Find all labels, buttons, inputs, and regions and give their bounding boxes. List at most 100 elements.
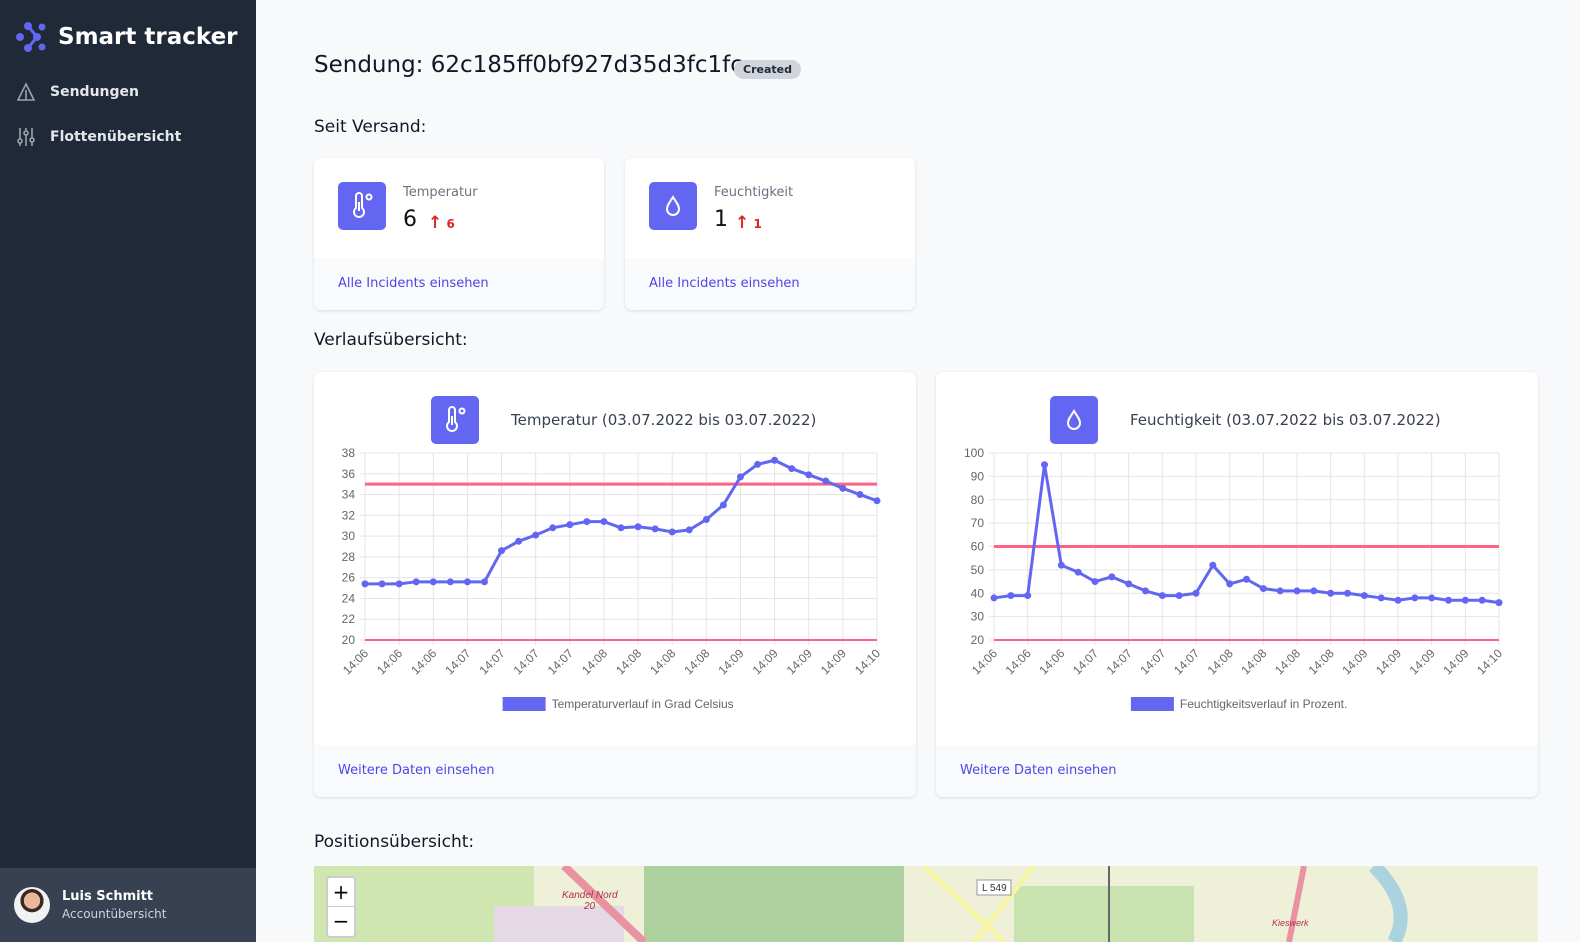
y-tick-label: 26	[342, 571, 356, 585]
data-point	[1125, 580, 1133, 588]
x-tick-label: 14:10	[852, 646, 883, 677]
data-point	[600, 518, 608, 526]
data-point	[754, 460, 762, 468]
sidebar-item-sendungen[interactable]: Sendungen	[16, 82, 246, 102]
x-tick-label: 14:06	[1003, 646, 1034, 677]
avatar	[14, 887, 50, 923]
y-tick-label: 32	[342, 508, 356, 522]
legend-label: Feuchtigkeitsverlauf in Prozent.	[1180, 697, 1347, 711]
data-point	[1142, 587, 1149, 595]
data-point	[1158, 592, 1166, 600]
data-point	[566, 521, 574, 529]
x-tick-label: 14:07	[545, 646, 576, 677]
sidebar: Smart tracker Sendungen Flottenübersicht…	[0, 0, 256, 942]
data-point	[1394, 596, 1402, 604]
x-tick-label: 14:09	[750, 646, 781, 677]
y-tick-label: 90	[971, 469, 985, 483]
section-heading: Verlaufsübersicht:	[314, 330, 468, 350]
data-point	[378, 580, 386, 588]
data-point	[839, 484, 847, 492]
page-title: Sendung: 62c185ff0bf927d35d3fc1fc	[314, 52, 743, 78]
y-tick-label: 100	[964, 446, 984, 460]
brand[interactable]: Smart tracker	[14, 20, 238, 54]
stat-card-humidity: Feuchtigkeit 1 ↑ 1 Alle Incidents einseh…	[625, 158, 915, 310]
x-tick-label: 14:09	[818, 646, 849, 677]
x-tick-label: 14:09	[1339, 646, 1370, 677]
data-point	[1461, 596, 1469, 604]
y-tick-label: 20	[342, 633, 356, 647]
data-point	[498, 547, 506, 555]
x-tick-label: 14:07	[1070, 646, 1101, 677]
data-point	[395, 580, 403, 588]
data-point	[1445, 596, 1452, 604]
account-menu[interactable]: Luis Schmitt Accountübersicht	[0, 868, 256, 942]
data-point	[412, 578, 420, 586]
x-tick-label: 14:06	[408, 646, 439, 677]
chart-card-temperature: Temperatur (03.07.2022 bis 03.07.2022) 2…	[314, 372, 916, 797]
x-tick-label: 14:07	[442, 646, 473, 677]
data-point	[429, 578, 437, 586]
stat-value: 1	[714, 207, 728, 232]
data-point	[736, 473, 744, 481]
map-tiles: Kandel Nord 20 L 549 Kieswerk	[314, 866, 1538, 942]
map-label: L 549	[982, 883, 1007, 894]
account-subtitle: Accountübersicht	[62, 907, 167, 921]
incidents-link[interactable]: Alle Incidents einsehen	[625, 258, 915, 310]
chart-card-humidity: Feuchtigkeit (03.07.2022 bis 03.07.2022)…	[936, 372, 1538, 797]
x-tick-label: 14:08	[681, 646, 712, 677]
droplet-icon	[649, 182, 697, 230]
data-point	[1108, 573, 1116, 581]
data-point	[583, 518, 591, 526]
data-point	[719, 501, 727, 509]
data-point	[771, 456, 779, 464]
position-map[interactable]: Kandel Nord 20 L 549 Kieswerk + −	[314, 866, 1538, 942]
data-point	[1276, 587, 1284, 595]
x-tick-label: 14:08	[1306, 646, 1337, 677]
warning-triangle-icon	[16, 82, 36, 101]
map-zoom-controls: + −	[326, 876, 356, 938]
data-point	[702, 515, 710, 523]
sliders-icon	[17, 128, 35, 146]
x-tick-label: 14:08	[579, 646, 610, 677]
humidity-chart: 203040506070809010014:06 14:06 14:06 14:07 1…	[964, 446, 1505, 711]
x-tick-label: 14:08	[613, 646, 644, 677]
map-label: Kandel Nord	[562, 890, 618, 901]
arrow-up-icon: ↑	[735, 213, 750, 233]
data-point	[1024, 592, 1032, 600]
x-tick-label: 14:06	[969, 646, 1000, 677]
x-tick-label: 14:07	[511, 646, 542, 677]
x-tick-label: 14:06	[374, 646, 405, 677]
data-point	[1057, 561, 1065, 569]
x-tick-label: 14:08	[1205, 646, 1236, 677]
thermometer-icon	[338, 182, 386, 230]
data-point	[617, 524, 625, 532]
status-badge: Created	[734, 60, 801, 79]
data-point	[1344, 589, 1351, 597]
data-point	[1478, 596, 1486, 604]
y-tick-label: 28	[342, 550, 356, 564]
incidents-link[interactable]: Alle Incidents einsehen	[314, 258, 604, 310]
y-tick-label: 30	[971, 610, 985, 624]
y-tick-label: 50	[971, 563, 985, 577]
stat-card-temperature: Temperatur 6 ↑ 6 Alle Incidents einsehen	[314, 158, 604, 310]
x-tick-label: 14:09	[784, 646, 815, 677]
more-data-link[interactable]: Weitere Daten einsehen	[936, 745, 1538, 797]
stat-delta: ↑ 1	[735, 213, 762, 233]
sidebar-item-label: Sendungen	[50, 84, 139, 100]
arrow-up-icon: ↑	[428, 213, 443, 233]
more-data-link[interactable]: Weitere Daten einsehen	[314, 745, 916, 797]
zoom-out-button[interactable]: −	[328, 907, 354, 936]
data-point	[361, 580, 369, 588]
y-tick-label: 24	[342, 591, 356, 605]
data-point	[1192, 589, 1200, 597]
data-point	[1360, 592, 1368, 600]
data-point	[1411, 594, 1419, 602]
y-tick-label: 36	[342, 467, 356, 481]
sidebar-item-flottenuebersicht[interactable]: Flottenübersicht	[16, 127, 246, 147]
x-tick-label: 14:09	[1373, 646, 1404, 677]
x-tick-label: 14:07	[477, 646, 508, 677]
zoom-in-button[interactable]: +	[328, 878, 354, 907]
data-point	[1007, 592, 1015, 600]
data-point	[1041, 461, 1048, 469]
map-label: 20	[583, 901, 596, 912]
